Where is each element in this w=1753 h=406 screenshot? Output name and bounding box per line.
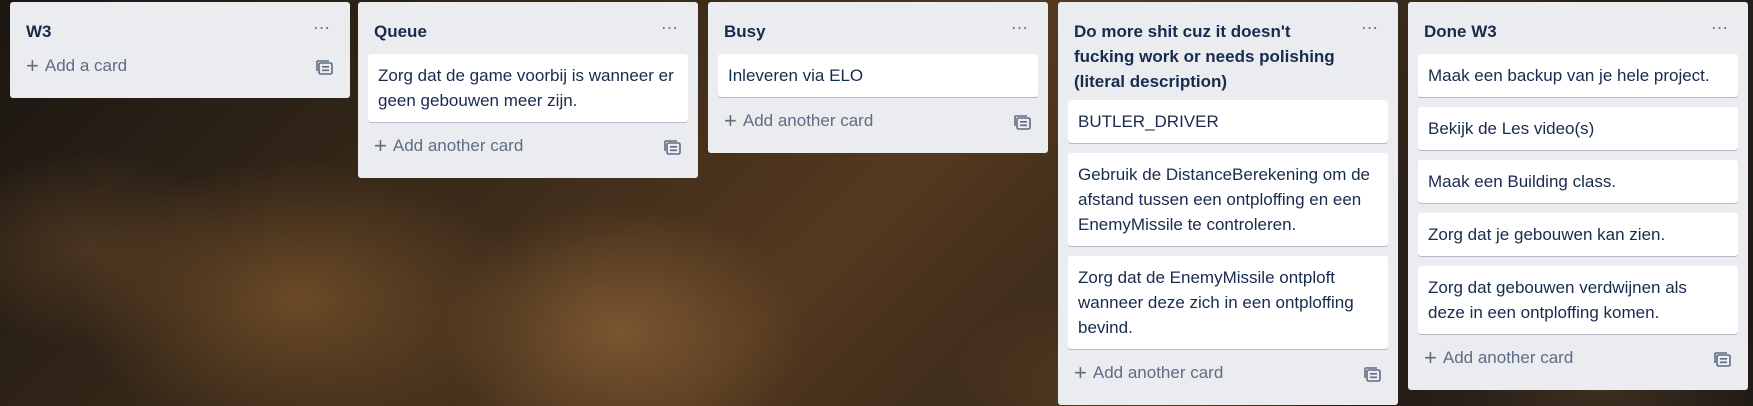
plus-icon: + [724,108,737,133]
list-queue: Queue … Zorg dat de game voorbij is wann… [358,2,698,178]
card-template-icon[interactable] [1014,115,1032,131]
card-composer: + Add another card [1418,342,1738,382]
list-busy: Busy … Inleveren via ELO + Add another c… [708,2,1048,153]
list-menu-button[interactable]: … [1706,14,1734,38]
card[interactable]: Maak een Building class. [1418,160,1738,203]
add-card-label: Add another card [1092,363,1224,382]
card[interactable]: Zorg dat de EnemyMissile ontploft wannee… [1068,256,1388,349]
add-card-button[interactable]: + Add a card [26,53,128,78]
list-w3: W3 … + Add a card [10,2,350,98]
add-card-button[interactable]: + Add another card [1424,345,1574,370]
list-menu-button[interactable]: … [656,14,684,38]
card[interactable]: BUTLER_DRIVER [1068,100,1388,143]
plus-icon: + [1074,360,1087,385]
list-do-more: Do more shit cuz it doesn't fucking work… [1058,2,1398,405]
add-card-label: Add another card [1442,348,1574,367]
card[interactable]: Zorg dat je gebouwen kan zien. [1418,213,1738,256]
add-card-button[interactable]: + Add another card [374,133,524,158]
list-title[interactable]: Busy [724,19,998,44]
plus-icon: + [374,133,387,158]
add-card-button[interactable]: + Add another card [1074,360,1224,385]
add-card-label: Add another card [742,111,874,130]
list-header: Done W3 … [1418,2,1738,54]
card-composer: + Add another card [368,130,688,170]
list-title[interactable]: Done W3 [1424,19,1698,44]
add-card-label: Add another card [392,136,524,155]
card[interactable]: Maak een backup van je hele project. [1418,54,1738,97]
card[interactable]: Zorg dat de game voorbij is wanneer er g… [368,54,688,122]
card[interactable]: Inleveren via ELO [718,54,1038,97]
plus-icon: + [1424,345,1437,370]
add-card-button[interactable]: + Add another card [724,108,874,133]
list-header: Do more shit cuz it doesn't fucking work… [1068,2,1388,100]
list-header: Queue … [368,2,688,54]
card[interactable]: Gebruik de DistanceBerekening om de afst… [1068,153,1388,246]
list-menu-button[interactable]: … [1006,14,1034,38]
list-done-w3: Done W3 … Maak een backup van je hele pr… [1408,2,1748,390]
list-header: Busy … [718,2,1038,54]
list-menu-button[interactable]: … [308,14,336,38]
board-canvas: W3 … + Add a card Queue … Zorg dat de ga… [0,0,1753,406]
add-card-label: Add a card [44,56,128,75]
card-composer: + Add another card [718,105,1038,145]
plus-icon: + [26,53,39,78]
card-template-icon[interactable] [1364,367,1382,383]
list-title[interactable]: W3 [26,19,300,44]
card-template-icon[interactable] [664,140,682,156]
list-title[interactable]: Queue [374,19,648,44]
card-composer: + Add a card [20,50,340,90]
card[interactable]: Zorg dat gebouwen verdwijnen als deze in… [1418,266,1738,334]
card-template-icon[interactable] [1714,352,1732,368]
card[interactable]: Bekijk de Les video(s) [1418,107,1738,150]
list-header: W3 … [20,2,340,54]
list-menu-button[interactable]: … [1356,14,1384,38]
card-composer: + Add another card [1068,357,1388,397]
card-template-icon[interactable] [316,60,334,76]
list-title[interactable]: Do more shit cuz it doesn't fucking work… [1074,19,1348,94]
